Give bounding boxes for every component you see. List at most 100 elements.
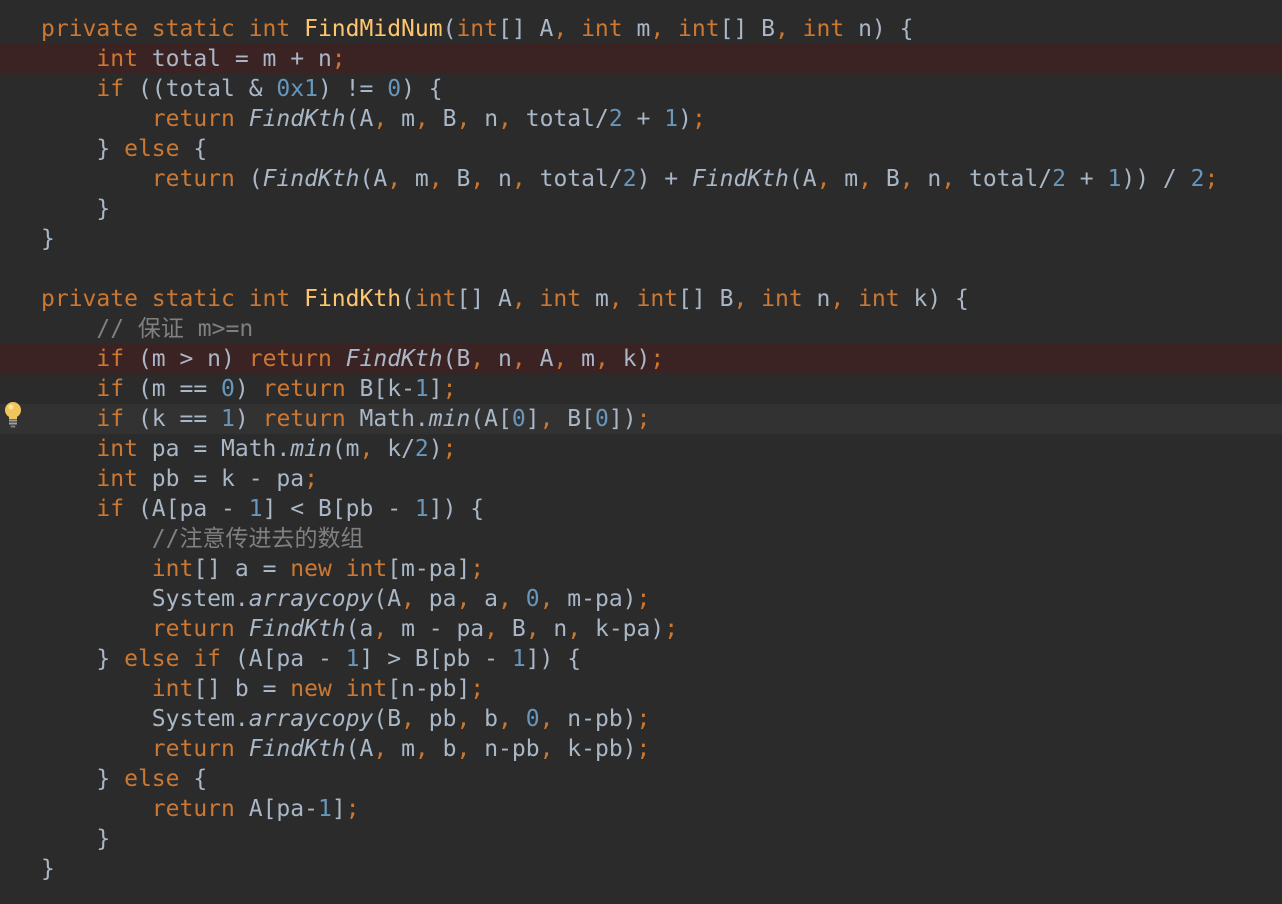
code-token: (B bbox=[373, 706, 402, 732]
code-token: 1 bbox=[317, 796, 332, 822]
code-line[interactable]: int total = m + n; bbox=[0, 44, 1282, 74]
code-line[interactable]: if (m == 0) return B[k-1]; bbox=[0, 374, 1282, 404]
code-token: m bbox=[401, 736, 415, 762]
code-line[interactable]: int[] a = new int[m-pa]; bbox=[0, 554, 1282, 584]
code-line[interactable]: } bbox=[0, 224, 1282, 254]
code-line[interactable]: } else { bbox=[0, 134, 1282, 164]
code-token: m bbox=[581, 346, 595, 372]
code-token: 0 bbox=[525, 706, 540, 732]
code-token: (A[ bbox=[470, 406, 512, 432]
code-token: ; bbox=[442, 436, 457, 462]
code-line[interactable]: if (A[pa - 1] < B[pb - 1]) { bbox=[0, 494, 1282, 524]
lightbulb-icon[interactable] bbox=[2, 399, 24, 429]
code-token: } bbox=[41, 766, 125, 792]
code-token: , bbox=[539, 586, 568, 612]
code-token: return bbox=[262, 406, 360, 432]
code-token: [n-pb] bbox=[387, 676, 471, 702]
code-token: FindKth bbox=[345, 346, 443, 372]
code-token: m bbox=[844, 166, 859, 192]
code-token: [] a = bbox=[193, 556, 291, 582]
code-token: k-pa) bbox=[594, 616, 665, 642]
code-line[interactable]: } else if (A[pa - 1] > B[pb - 1]) { bbox=[0, 644, 1282, 674]
code-token: m bbox=[594, 286, 609, 312]
code-token: pb bbox=[428, 706, 457, 732]
code-line[interactable]: } else { bbox=[0, 764, 1282, 794]
code-token: , bbox=[373, 616, 402, 642]
code-token: (A bbox=[788, 166, 817, 192]
code-token: ( bbox=[442, 16, 457, 42]
code-line[interactable]: int pb = k - pa; bbox=[0, 464, 1282, 494]
code-line[interactable]: } bbox=[0, 824, 1282, 854]
code-token: , bbox=[816, 166, 845, 192]
code-token: ]) { bbox=[525, 646, 582, 672]
code-token: , int bbox=[608, 286, 679, 312]
code-token: ] bbox=[525, 406, 540, 432]
code-line[interactable]: return A[pa-1]; bbox=[0, 794, 1282, 824]
code-token: [] B bbox=[678, 286, 734, 312]
code-token: ; bbox=[470, 556, 485, 582]
code-token: // 保证 m>=n bbox=[41, 316, 254, 342]
code-token: ; bbox=[331, 46, 346, 72]
code-token: ; bbox=[691, 106, 706, 132]
code-token: , bbox=[539, 736, 568, 762]
code-token: B bbox=[442, 106, 457, 132]
code-line[interactable]: return (FindKth(A, m, B, n, total/2) + F… bbox=[0, 164, 1282, 194]
code-token: , bbox=[941, 166, 969, 192]
code-line[interactable]: } bbox=[0, 854, 1282, 884]
code-line[interactable]: int[] b = new int[n-pb]; bbox=[0, 674, 1282, 704]
code-token: (m == bbox=[137, 376, 222, 402]
code-token: (k == bbox=[137, 406, 222, 432]
code-line[interactable]: private static int FindMidNum(int[] A, i… bbox=[0, 14, 1282, 44]
code-editor[interactable]: private static int FindMidNum(int[] A, i… bbox=[0, 0, 1282, 904]
code-token: ] < B[pb - bbox=[262, 496, 415, 522]
code-token: a bbox=[484, 586, 499, 612]
code-token: (A bbox=[345, 106, 374, 132]
code-line[interactable]: return FindKth(A, m, b, n-pb, k-pb); bbox=[0, 734, 1282, 764]
code-token: arraycopy bbox=[248, 586, 374, 612]
code-token: 1 bbox=[345, 646, 360, 672]
code-token: , bbox=[553, 346, 582, 372]
code-token: , bbox=[899, 166, 928, 192]
code-line[interactable]: if (m > n) return FindKth(B, n, A, m, k)… bbox=[0, 344, 1282, 374]
code-token: b bbox=[484, 706, 499, 732]
code-token: 2 bbox=[608, 106, 623, 132]
code-token: ] > B[pb - bbox=[359, 646, 512, 672]
code-line[interactable]: return FindKth(a, m - pa, B, n, k-pa); bbox=[0, 614, 1282, 644]
code-token: , bbox=[594, 346, 623, 372]
code-token: [] B bbox=[719, 16, 775, 42]
code-token: ) != bbox=[317, 76, 388, 102]
code-token: B bbox=[456, 166, 471, 192]
code-line[interactable]: int pa = Math.min(m, k/2); bbox=[0, 434, 1282, 464]
code-line[interactable]: if (k == 1) return Math.min(A[0], B[0]); bbox=[0, 404, 1282, 434]
code-token: , int bbox=[650, 16, 720, 42]
code-token: n bbox=[816, 286, 831, 312]
code-token: ; bbox=[1204, 166, 1219, 192]
code-token: ]) { bbox=[428, 496, 485, 522]
code-token: ; bbox=[636, 586, 651, 612]
code-token: 2 bbox=[1052, 166, 1066, 192]
code-token: int bbox=[41, 466, 152, 492]
code-token: private static int bbox=[41, 16, 305, 42]
code-line[interactable]: private static int FindKth(int[] A, int … bbox=[0, 284, 1282, 314]
code-line[interactable] bbox=[0, 254, 1282, 284]
code-token: if bbox=[41, 406, 138, 432]
code-token: int bbox=[41, 556, 194, 582]
code-token: , int bbox=[830, 286, 914, 312]
code-token: return bbox=[262, 376, 360, 402]
code-token: FindMidNum bbox=[304, 16, 443, 42]
code-line[interactable]: //注意传进去的数组 bbox=[0, 524, 1282, 554]
code-token: { bbox=[193, 766, 208, 792]
code-line[interactable]: System.arraycopy(B, pb, b, 0, n-pb); bbox=[0, 704, 1282, 734]
code-token: int bbox=[41, 46, 152, 72]
code-line[interactable]: return FindKth(A, m, B, n, total/2 + 1); bbox=[0, 104, 1282, 134]
code-line[interactable]: if ((total & 0x1) != 0) { bbox=[0, 74, 1282, 104]
code-line[interactable]: // 保证 m>=n bbox=[0, 314, 1282, 344]
code-token: total/ bbox=[539, 166, 623, 192]
code-token: return bbox=[41, 616, 249, 642]
code-line[interactable]: System.arraycopy(A, pa, a, 0, m-pa); bbox=[0, 584, 1282, 614]
code-token: total/ bbox=[525, 106, 609, 132]
code-token: private static int bbox=[41, 286, 305, 312]
code-token: pa bbox=[428, 586, 457, 612]
code-line[interactable]: } bbox=[0, 194, 1282, 224]
code-token: 1 bbox=[221, 406, 235, 432]
